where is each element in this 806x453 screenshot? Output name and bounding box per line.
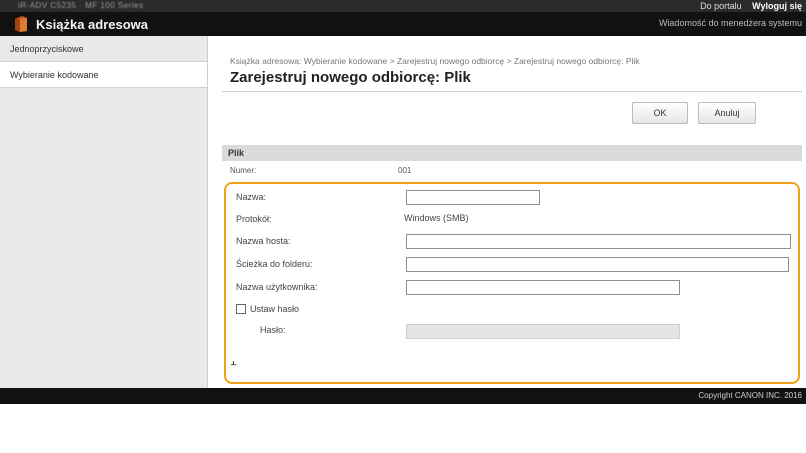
number-value: 001 [398, 166, 412, 174]
host-name-label: Nazwa hosta: [236, 236, 291, 246]
portal-link[interactable]: Do portalu [700, 1, 742, 11]
main-content: Książka adresowa: Wybieranie kodowane > … [218, 36, 806, 388]
address-book-icon [15, 16, 27, 32]
sidebar: Jednoprzyciskowe Wybieranie kodowane [0, 36, 208, 388]
app-title: Książka adresowa [36, 17, 149, 32]
password-field [406, 324, 680, 339]
title-divider [222, 91, 802, 92]
device-name: iR-ADV C5235 · MF 100 Series [18, 1, 144, 10]
footer: Copyright CANON INC. 2016 [0, 388, 806, 404]
set-password-label: Ustaw hasło [250, 304, 300, 314]
page-title: Zarejestruj nowego odbiorcę: Plik [230, 69, 471, 86]
copyright-text: Copyright CANON INC. 2016 [698, 391, 802, 400]
top-bar: iR-ADV C5235 · MF 100 Series Do portalu … [0, 0, 806, 12]
highlight-frame: Nazwa: Protokół: Windows (SMB) Nazwa hos… [224, 182, 800, 384]
password-label: Hasło: [260, 325, 286, 335]
section-header: Plik [222, 145, 802, 161]
number-label: Numer: [230, 166, 257, 174]
user-name-label: Nazwa użytkownika: [236, 282, 318, 292]
user-name-field[interactable] [406, 280, 680, 295]
scroll-top-icon[interactable]: ⫠ [230, 356, 237, 369]
protocol-value: Windows (SMB) [404, 213, 469, 223]
number-row: Numer: 001 [222, 162, 802, 174]
cancel-button[interactable]: Anuluj [698, 102, 756, 124]
ok-button[interactable]: OK [632, 102, 688, 124]
folder-path-label: Ścieżka do folderu: [236, 259, 313, 269]
breadcrumb: Książka adresowa: Wybieranie kodowane > … [230, 56, 640, 66]
protocol-label: Protokół: [236, 214, 272, 224]
name-label: Nazwa: [236, 192, 267, 202]
app-header: Książka adresowa Wiadomość do menedżera … [0, 12, 806, 36]
logout-link[interactable]: Wyloguj się [752, 1, 802, 11]
admin-message-link[interactable]: Wiadomość do menedżera systemu [659, 18, 802, 28]
set-password-checkbox[interactable] [236, 304, 246, 314]
host-name-field[interactable] [406, 234, 791, 249]
sidebar-item-coded-dial[interactable]: Wybieranie kodowane [0, 62, 207, 88]
folder-path-field[interactable] [406, 257, 789, 272]
top-links: Do portalu Wyloguj się [692, 1, 802, 11]
sidebar-item-one-touch[interactable]: Jednoprzyciskowe [0, 36, 207, 62]
name-field[interactable] [406, 190, 540, 205]
